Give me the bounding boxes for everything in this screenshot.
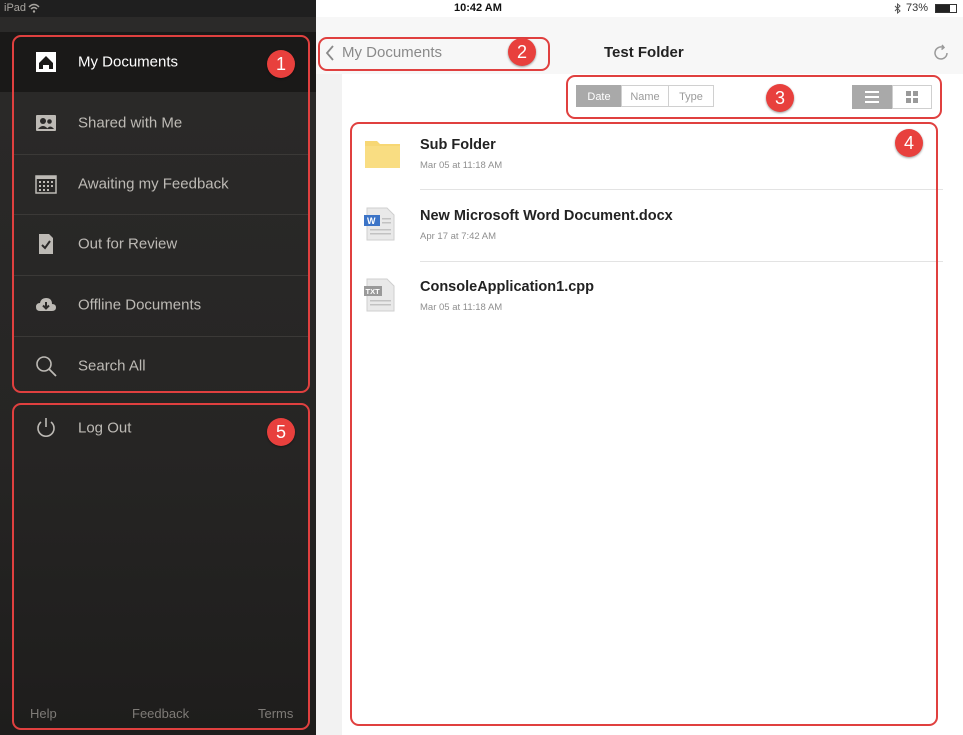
device-label: iPad (4, 2, 27, 14)
callout-badge-4: 4 (895, 129, 923, 157)
callout-badge-3: 3 (766, 84, 794, 112)
wifi-icon (28, 3, 40, 13)
bluetooth-icon (894, 3, 901, 14)
refresh-icon[interactable] (932, 44, 950, 62)
callout-box-account (12, 403, 310, 730)
battery-icon (935, 4, 957, 13)
battery-percent: 73% (906, 2, 929, 14)
callout-badge-2: 2 (508, 38, 536, 66)
status-bar-sidebar: iPad (0, 0, 316, 17)
callout-box-sort-view (566, 75, 942, 119)
callout-badge-5: 5 (267, 418, 295, 446)
content-gutter (316, 74, 342, 735)
callout-box-sidebar-nav (12, 35, 310, 393)
page-title: Test Folder (604, 44, 684, 61)
callout-box-file-list (350, 122, 938, 726)
status-time: 10:42 AM (454, 2, 502, 14)
callout-badge-1: 1 (267, 50, 295, 78)
